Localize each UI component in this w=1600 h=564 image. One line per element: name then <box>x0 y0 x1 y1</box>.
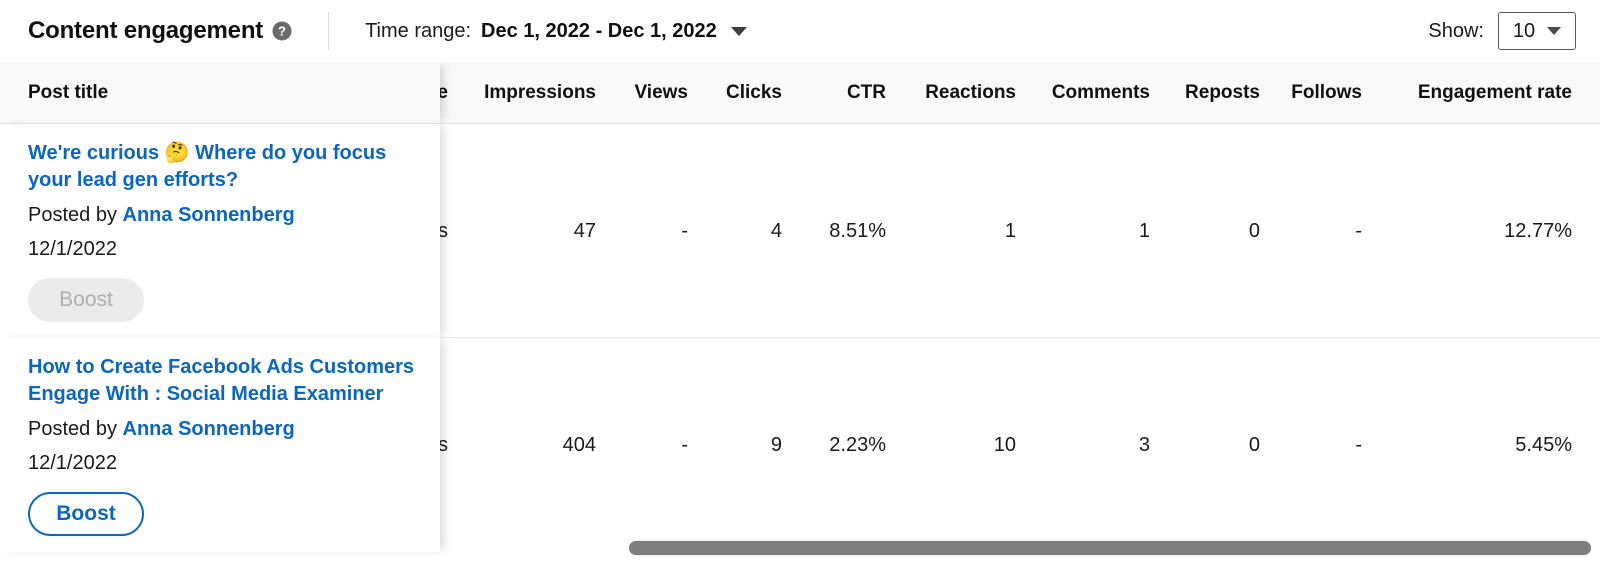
column-header-follows[interactable]: Follows <box>1270 62 1362 124</box>
column-header-engagement-rate[interactable]: Engagement rate <box>1372 62 1572 124</box>
time-range-value[interactable]: Dec 1, 2022 - Dec 1, 2022 <box>481 20 717 43</box>
boost-button[interactable]: Boost <box>28 491 144 536</box>
column-header-reactions[interactable]: Reactions <box>896 62 1016 124</box>
cell-reposts: 0 <box>1248 220 1260 242</box>
posted-by: Posted by Anna Sonnenberg <box>28 418 416 441</box>
toolbar-divider <box>328 12 330 50</box>
sticky-post-title-header: Post title <box>0 62 440 124</box>
engagement-table: e Impressions Views Clicks CTR Reactions… <box>0 62 1600 552</box>
show-count-value: 10 <box>1512 19 1536 42</box>
cell-impressions: 404 <box>562 434 596 456</box>
column-header-ctr[interactable]: CTR <box>792 62 886 124</box>
post-date: 12/1/2022 <box>28 451 117 474</box>
posted-by: Posted by Anna Sonnenberg <box>28 204 416 227</box>
show-count-select[interactable]: 10 <box>1498 12 1576 50</box>
cell-ctr: 8.51% <box>829 220 886 242</box>
horizontal-scrollbar[interactable] <box>440 540 1592 556</box>
table-row: s 404 - 9 2.23% 10 3 0 - 5.45% How to Cr… <box>0 338 1600 552</box>
table-header-row: e Impressions Views Clicks CTR Reactions… <box>0 62 1600 124</box>
help-circle-icon[interactable]: ? <box>272 21 292 41</box>
show-label: Show: <box>1428 19 1484 42</box>
cell-reposts: 0 <box>1248 434 1260 456</box>
posted-by-prefix: Posted by <box>28 203 117 226</box>
cell-impressions: 47 <box>573 220 596 242</box>
cell-reactions: 1 <box>1004 220 1016 242</box>
chevron-down-icon[interactable] <box>730 26 747 36</box>
post-title-link[interactable]: We're curious 🤔 Where do you focus your … <box>28 140 416 193</box>
author-link[interactable]: Anna Sonnenberg <box>123 418 295 440</box>
column-header-comments[interactable]: Comments <box>1026 62 1150 124</box>
column-header-post-title[interactable]: Post title <box>28 82 108 104</box>
boost-button: Boost <box>28 277 144 322</box>
svg-text:?: ? <box>278 24 286 39</box>
time-range-label: Time range: <box>365 19 472 42</box>
post-date: 12/1/2022 <box>28 237 117 260</box>
horizontal-scrollbar-thumb[interactable] <box>628 540 1592 556</box>
cell-engagement-rate: 5.45% <box>1515 434 1572 456</box>
panel-toolbar: Content engagement ? Time range: Dec 1, … <box>0 0 1600 62</box>
post-title-link[interactable]: How to Create Facebook Ads Customers Eng… <box>28 354 416 407</box>
posted-by-prefix: Posted by <box>28 417 117 440</box>
cell-clicks: 9 <box>770 434 782 456</box>
cell-engagement-rate: 12.77% <box>1504 220 1572 242</box>
content-engagement-panel: Content engagement ? Time range: Dec 1, … <box>0 0 1600 564</box>
chevron-down-icon <box>1547 27 1562 35</box>
cell-views: - <box>681 434 688 456</box>
author-link[interactable]: Anna Sonnenberg <box>123 204 295 226</box>
column-header-impressions[interactable]: Impressions <box>448 62 596 124</box>
cell-comments: 1 <box>1138 220 1150 242</box>
cell-follows: - <box>1355 434 1362 456</box>
cell-clicks: 4 <box>770 220 782 242</box>
time-range-control[interactable]: Time range: Dec 1, 2022 - Dec 1, 2022 <box>365 20 747 43</box>
toolbar-right-group: Show: 10 <box>1428 12 1576 50</box>
sticky-post-title-cell: We're curious 🤔 Where do you focus your … <box>0 124 440 338</box>
cell-comments: 3 <box>1138 434 1150 456</box>
column-header-views[interactable]: Views <box>606 62 688 124</box>
page-title: Content engagement <box>28 17 264 44</box>
column-header-reposts[interactable]: Reposts <box>1160 62 1260 124</box>
table-row: s 47 - 4 8.51% 1 1 0 - 12.77% We're curi… <box>0 124 1600 338</box>
cell-views: - <box>681 220 688 242</box>
engagement-table-scroll-area[interactable]: e Impressions Views Clicks CTR Reactions… <box>0 62 1600 564</box>
column-header-clicks[interactable]: Clicks <box>698 62 782 124</box>
cell-ctr: 2.23% <box>829 434 886 456</box>
sticky-post-title-cell: How to Create Facebook Ads Customers Eng… <box>0 338 440 552</box>
cell-follows: - <box>1355 220 1362 242</box>
cell-reactions: 10 <box>993 434 1016 456</box>
